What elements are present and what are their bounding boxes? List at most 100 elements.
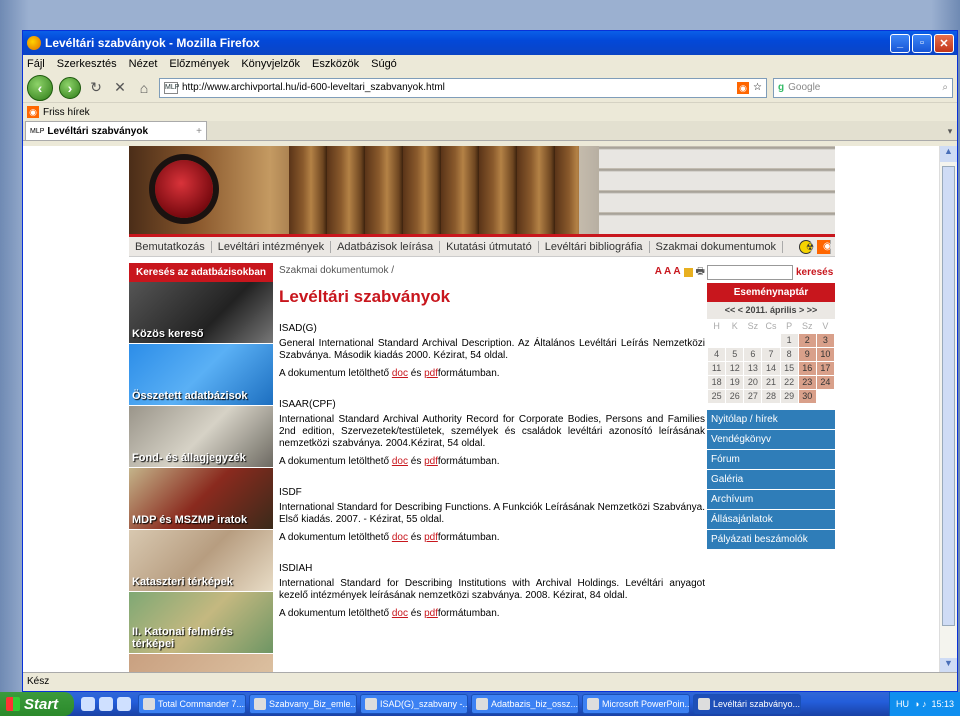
calendar-day[interactable]: 10 — [816, 348, 834, 361]
task-szabvany-biz[interactable]: Szabvany_Biz_emle... — [249, 694, 357, 714]
menu-file[interactable]: Fájl — [27, 58, 45, 70]
doc-link[interactable]: doc — [392, 608, 408, 619]
radiation-icon[interactable]: ☢ — [799, 239, 814, 254]
calendar-day[interactable]: 25 — [708, 390, 726, 403]
breadcrumb-text[interactable]: Szakmai dokumentumok / — [279, 263, 394, 281]
nav-bemutatkozas[interactable]: Bemutatkozás — [129, 240, 212, 253]
close-button[interactable]: ✕ — [934, 33, 954, 53]
nav-szakmai-dokumentumok[interactable]: Szakmai dokumentumok — [650, 240, 783, 253]
quicklaunch-icon[interactable] — [117, 697, 131, 711]
calendar-day[interactable]: 20 — [744, 376, 762, 389]
calendar-day[interactable]: 7 — [762, 348, 780, 361]
calendar-day[interactable]: 8 — [780, 348, 798, 361]
home-icon[interactable]: ⌂ — [135, 79, 153, 97]
font-size-buttons[interactable]: A A A — [655, 264, 681, 280]
calendar-day[interactable]: 15 — [780, 362, 798, 375]
menu-galeria[interactable]: Galéria — [707, 470, 835, 490]
calendar-day[interactable]: 24 — [816, 376, 834, 389]
reload-icon[interactable]: ↻ — [87, 79, 105, 97]
tab-leveltari-szabvanyok[interactable]: MLP Levéltári szabványok + — [25, 121, 207, 140]
calendar-day[interactable]: 27 — [744, 390, 762, 403]
calendar-day[interactable]: 18 — [708, 376, 726, 389]
menu-view[interactable]: Nézet — [129, 58, 158, 70]
calendar-day[interactable]: 5 — [726, 348, 744, 361]
menu-archivum[interactable]: Archívum — [707, 490, 835, 510]
nav-leveltari-bibliografia[interactable]: Levéltári bibliográfia — [539, 240, 650, 253]
task-isadg[interactable]: ISAD(G)_szabvany -... — [360, 694, 468, 714]
tile-kataszteri-terkepek[interactable]: Kataszteri térképek — [129, 530, 273, 592]
task-total-commander[interactable]: Total Commander 7.... — [138, 694, 246, 714]
menu-tools[interactable]: Eszközök — [312, 58, 359, 70]
tile-fond-es-allagjegyzek[interactable]: Fond- és állagjegyzék — [129, 406, 273, 468]
print-icon[interactable]: 🖶 — [696, 264, 705, 280]
calendar-day[interactable]: 30 — [798, 390, 816, 403]
menu-bookmarks[interactable]: Könyvjelzők — [241, 58, 300, 70]
calendar-day[interactable]: 9 — [798, 348, 816, 361]
tab-list-icon[interactable]: ▾ — [943, 126, 957, 140]
task-firefox[interactable]: Levéltári szabványo... — [693, 694, 801, 714]
menu-help[interactable]: Súgó — [371, 58, 397, 70]
nav-kutatasi-utmutato[interactable]: Kutatási útmutató — [440, 240, 539, 253]
rss-feed-icon[interactable]: ◉ — [737, 81, 750, 94]
calendar-day[interactable]: 6 — [744, 348, 762, 361]
pdf-link[interactable]: pdf — [424, 608, 438, 619]
nav-leveltari-intezmenyek[interactable]: Levéltári intézmények — [212, 240, 332, 253]
calendar-day[interactable]: 3 — [816, 334, 834, 347]
calendar-day[interactable]: 4 — [708, 348, 726, 361]
url-bar[interactable]: MLP http://www.archivportal.hu/id-600-le… — [159, 77, 767, 98]
maximize-button[interactable]: ▫ — [912, 33, 932, 53]
minimize-button[interactable]: _ — [890, 33, 910, 53]
magnifier-icon[interactable]: ⌕ — [942, 82, 948, 93]
scroll-thumb[interactable] — [942, 166, 955, 626]
bookmark-friss-hirek[interactable]: Friss hírek — [43, 107, 90, 118]
calendar-day[interactable]: 1 — [780, 334, 798, 347]
language-indicator[interactable]: HU — [896, 699, 909, 709]
menu-palyazati-beszamolok[interactable]: Pályázati beszámolók — [707, 530, 835, 550]
menu-nyitolap[interactable]: Nyitólap / hírek — [707, 410, 835, 430]
doc-link[interactable]: doc — [392, 368, 408, 379]
tile-katonai-felmeres[interactable]: II. Katonai felmérés térképei — [129, 592, 273, 654]
calendar-day[interactable]: 11 — [708, 362, 726, 375]
stop-icon[interactable]: ✕ — [111, 79, 129, 97]
calendar-nav[interactable]: << < 2011. április > >> — [707, 302, 835, 319]
menu-allasajanlatok[interactable]: Állásajánlatok — [707, 510, 835, 530]
menu-history[interactable]: Előzmények — [169, 58, 229, 70]
bookmark-star-icon[interactable]: ☆ — [753, 82, 762, 93]
menu-vendegkonyv[interactable]: Vendégkönyv — [707, 430, 835, 450]
forward-button[interactable]: › — [59, 76, 81, 99]
calendar-day[interactable]: 17 — [816, 362, 834, 375]
tile-mdp-es-mszmp-iratok[interactable]: MDP és MSZMP iratok — [129, 468, 273, 530]
task-powerpoint[interactable]: Microsoft PowerPoin... — [582, 694, 690, 714]
start-button[interactable]: Start — [0, 692, 74, 716]
calendar-day[interactable]: 21 — [762, 376, 780, 389]
calendar-day[interactable]: 28 — [762, 390, 780, 403]
menu-edit[interactable]: Szerkesztés — [57, 58, 117, 70]
doc-link[interactable]: doc — [392, 532, 408, 543]
calendar-day[interactable]: 2 — [798, 334, 816, 347]
nav-adatbazisok-leirasa[interactable]: Adatbázisok leírása — [331, 240, 441, 253]
doc-link[interactable]: doc — [392, 456, 408, 467]
calendar-day[interactable]: 14 — [762, 362, 780, 375]
task-adatbazis[interactable]: Adatbazis_biz_ossz... — [471, 694, 579, 714]
vertical-scrollbar[interactable]: ▲ ▼ — [939, 146, 957, 674]
calendar-day[interactable]: 19 — [726, 376, 744, 389]
site-search-button[interactable]: keresés — [796, 267, 833, 278]
search-placeholder[interactable]: Google — [788, 82, 820, 93]
menu-forum[interactable]: Fórum — [707, 450, 835, 470]
new-tab-icon[interactable]: + — [196, 126, 202, 137]
rss-icon[interactable]: ◉ — [817, 239, 832, 254]
calendar-day[interactable]: 23 — [798, 376, 816, 389]
pdf-link[interactable]: pdf — [424, 368, 438, 379]
calendar-day[interactable]: 16 — [798, 362, 816, 375]
tile-osszetett-adatbazisok[interactable]: Összetett adatbázisok — [129, 344, 273, 406]
tray-icons[interactable]: ◑ ♪ — [914, 699, 926, 709]
calendar-day[interactable]: 22 — [780, 376, 798, 389]
ie-icon[interactable] — [99, 697, 113, 711]
pdf-link[interactable]: pdf — [424, 456, 438, 467]
email-icon[interactable] — [683, 267, 693, 277]
scroll-up-icon[interactable]: ▲ — [940, 146, 957, 162]
calendar-day[interactable]: 26 — [726, 390, 744, 403]
search-box[interactable]: g Google ⌕ — [773, 77, 953, 98]
pdf-link[interactable]: pdf — [424, 532, 438, 543]
quicklaunch-icon[interactable] — [81, 697, 95, 711]
